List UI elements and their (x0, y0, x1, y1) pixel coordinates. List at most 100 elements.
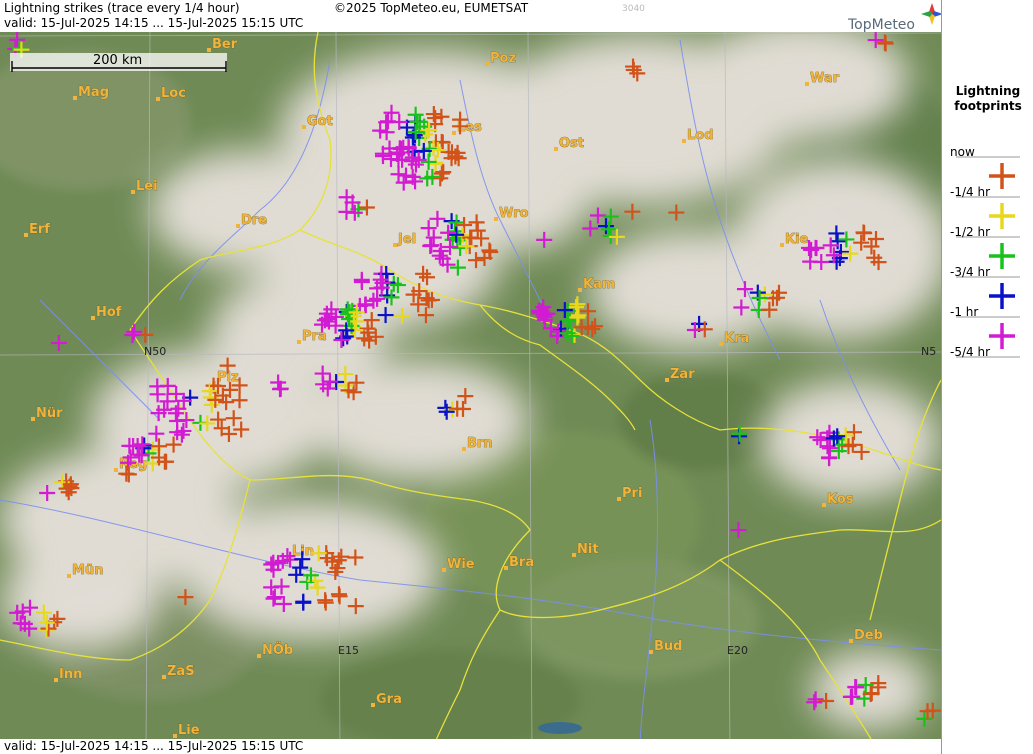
legend-items: now -1/4 hr -1/2 hr -3/4 hr -1 hr -5/4 hr (950, 145, 1020, 359)
city-label: Kie (785, 232, 809, 247)
city-dot (91, 316, 95, 320)
legend-panel: Lightning footprints now -1/4 hr -1/2 hr -3… (941, 0, 1033, 754)
city-dot (302, 125, 306, 129)
city-label: Lie (178, 723, 200, 738)
city-label: Wie (447, 557, 475, 572)
city-label: Kos (827, 492, 854, 507)
city-dot (805, 82, 809, 86)
city-dot (452, 131, 456, 135)
city-label: Bra (509, 555, 534, 570)
city-dot (462, 447, 466, 451)
city-label: Jel (397, 232, 416, 247)
city-dot (780, 243, 784, 247)
city-label: Lod (687, 128, 714, 143)
grid-label-e15: E15 (338, 644, 359, 657)
city-dot (682, 139, 686, 143)
city-dot (131, 190, 135, 194)
copyright-text: ©2025 TopMeteo.eu, EUMETSAT (334, 1, 529, 15)
city-dot (54, 678, 58, 682)
city-label: Nit (577, 542, 599, 557)
city-label: Erf (29, 222, 50, 237)
city-dot (442, 568, 446, 572)
city-label: Zar (670, 367, 695, 382)
city-dot (24, 233, 28, 237)
city-label: Mag (78, 85, 109, 100)
city-label: Loc (161, 86, 186, 101)
city-label: Reg (119, 457, 147, 472)
city-label: Ber (212, 37, 238, 52)
city-dot (849, 639, 853, 643)
city-label: Nür (36, 406, 63, 421)
scale-bar: 200 km (10, 53, 227, 72)
valid-time-top: valid: 15-Jul-2025 14:15 ... 15-Jul-2025… (4, 16, 304, 30)
city-label: NÖb (262, 642, 293, 658)
city-dot (494, 217, 498, 221)
legend-label: -1/2 hr (950, 225, 990, 239)
legend-marker (989, 283, 1015, 309)
city-dot (173, 734, 177, 738)
grid-label-n5: N5 (921, 345, 936, 358)
city-dot (67, 574, 71, 578)
city-dot (393, 243, 397, 247)
city-dot (554, 147, 558, 151)
city-dot (31, 417, 35, 421)
city-label: Kra (724, 331, 749, 346)
city-dot (236, 224, 240, 228)
city-label: Mün (72, 563, 103, 578)
city-dot (719, 342, 723, 346)
city-label: Got (307, 114, 333, 129)
grid-label-n50: N50 (144, 345, 166, 358)
scale-label: 200 km (93, 53, 142, 68)
legend-label: -5/4 hr (950, 345, 990, 359)
city-dot (822, 503, 826, 507)
city-label: Dre (241, 213, 267, 228)
city-label: Kam (583, 277, 615, 292)
legend-title-line1: Lightning (955, 84, 1021, 98)
city-label: War (810, 71, 840, 86)
city-dot (665, 378, 669, 382)
city-label: Poz (490, 51, 516, 66)
city-dot (207, 48, 211, 52)
valid-time-bottom: valid: 15-Jul-2025 14:15 ... 15-Jul-2025… (4, 739, 304, 753)
city-dot (578, 288, 582, 292)
city-dot (649, 650, 653, 654)
city-label: Ost (559, 136, 584, 151)
map-title: Lightning strikes (trace every 1/4 hour) (4, 1, 240, 15)
city-dot (504, 566, 508, 570)
legend-marker (989, 323, 1015, 349)
city-label: Lei (136, 179, 158, 194)
city-dot (617, 497, 621, 501)
legend-label: now (950, 145, 975, 159)
city-label: Deb (854, 628, 883, 643)
city-label: ZaS (167, 664, 195, 679)
grid-label-e20: E20 (727, 644, 748, 657)
lightning-map[interactable]: Ber Poz War Mag Loc Got Ost Lod Lei Les Dre Wro Erf J… (0, 0, 941, 754)
legend-label: -1/4 hr (950, 185, 990, 199)
map-canvas[interactable]: BerPozWarMag LocGotOstLodLeiLesDre WroErfJ… (0, 0, 941, 754)
city-dot (73, 96, 77, 100)
city-dot (156, 97, 160, 101)
city-label: Inn (59, 667, 82, 682)
logo-text: TopMeteo (847, 17, 915, 33)
city-label: Bud (654, 639, 682, 654)
city-label: Brn (467, 436, 493, 451)
city-label: Gra (376, 692, 402, 707)
city-dot (297, 340, 301, 344)
city-dot (114, 468, 118, 472)
city-dot (257, 654, 261, 658)
legend-marker (989, 163, 1015, 189)
city-label: Hof (96, 305, 122, 320)
legend-label: -3/4 hr (950, 265, 990, 279)
legend-label: -1 hr (950, 305, 978, 319)
city-label: Pri (622, 486, 642, 501)
image-code: 3040 (622, 4, 645, 14)
city-label: Wro (499, 206, 529, 221)
legend-title-line2: footprints (954, 99, 1022, 113)
city-dot (572, 553, 576, 557)
legend-marker (989, 203, 1015, 229)
city-dot (371, 703, 375, 707)
city-dot (485, 62, 489, 66)
legend-marker (989, 243, 1015, 269)
city-dot (162, 675, 166, 679)
lake-balaton (538, 722, 582, 734)
